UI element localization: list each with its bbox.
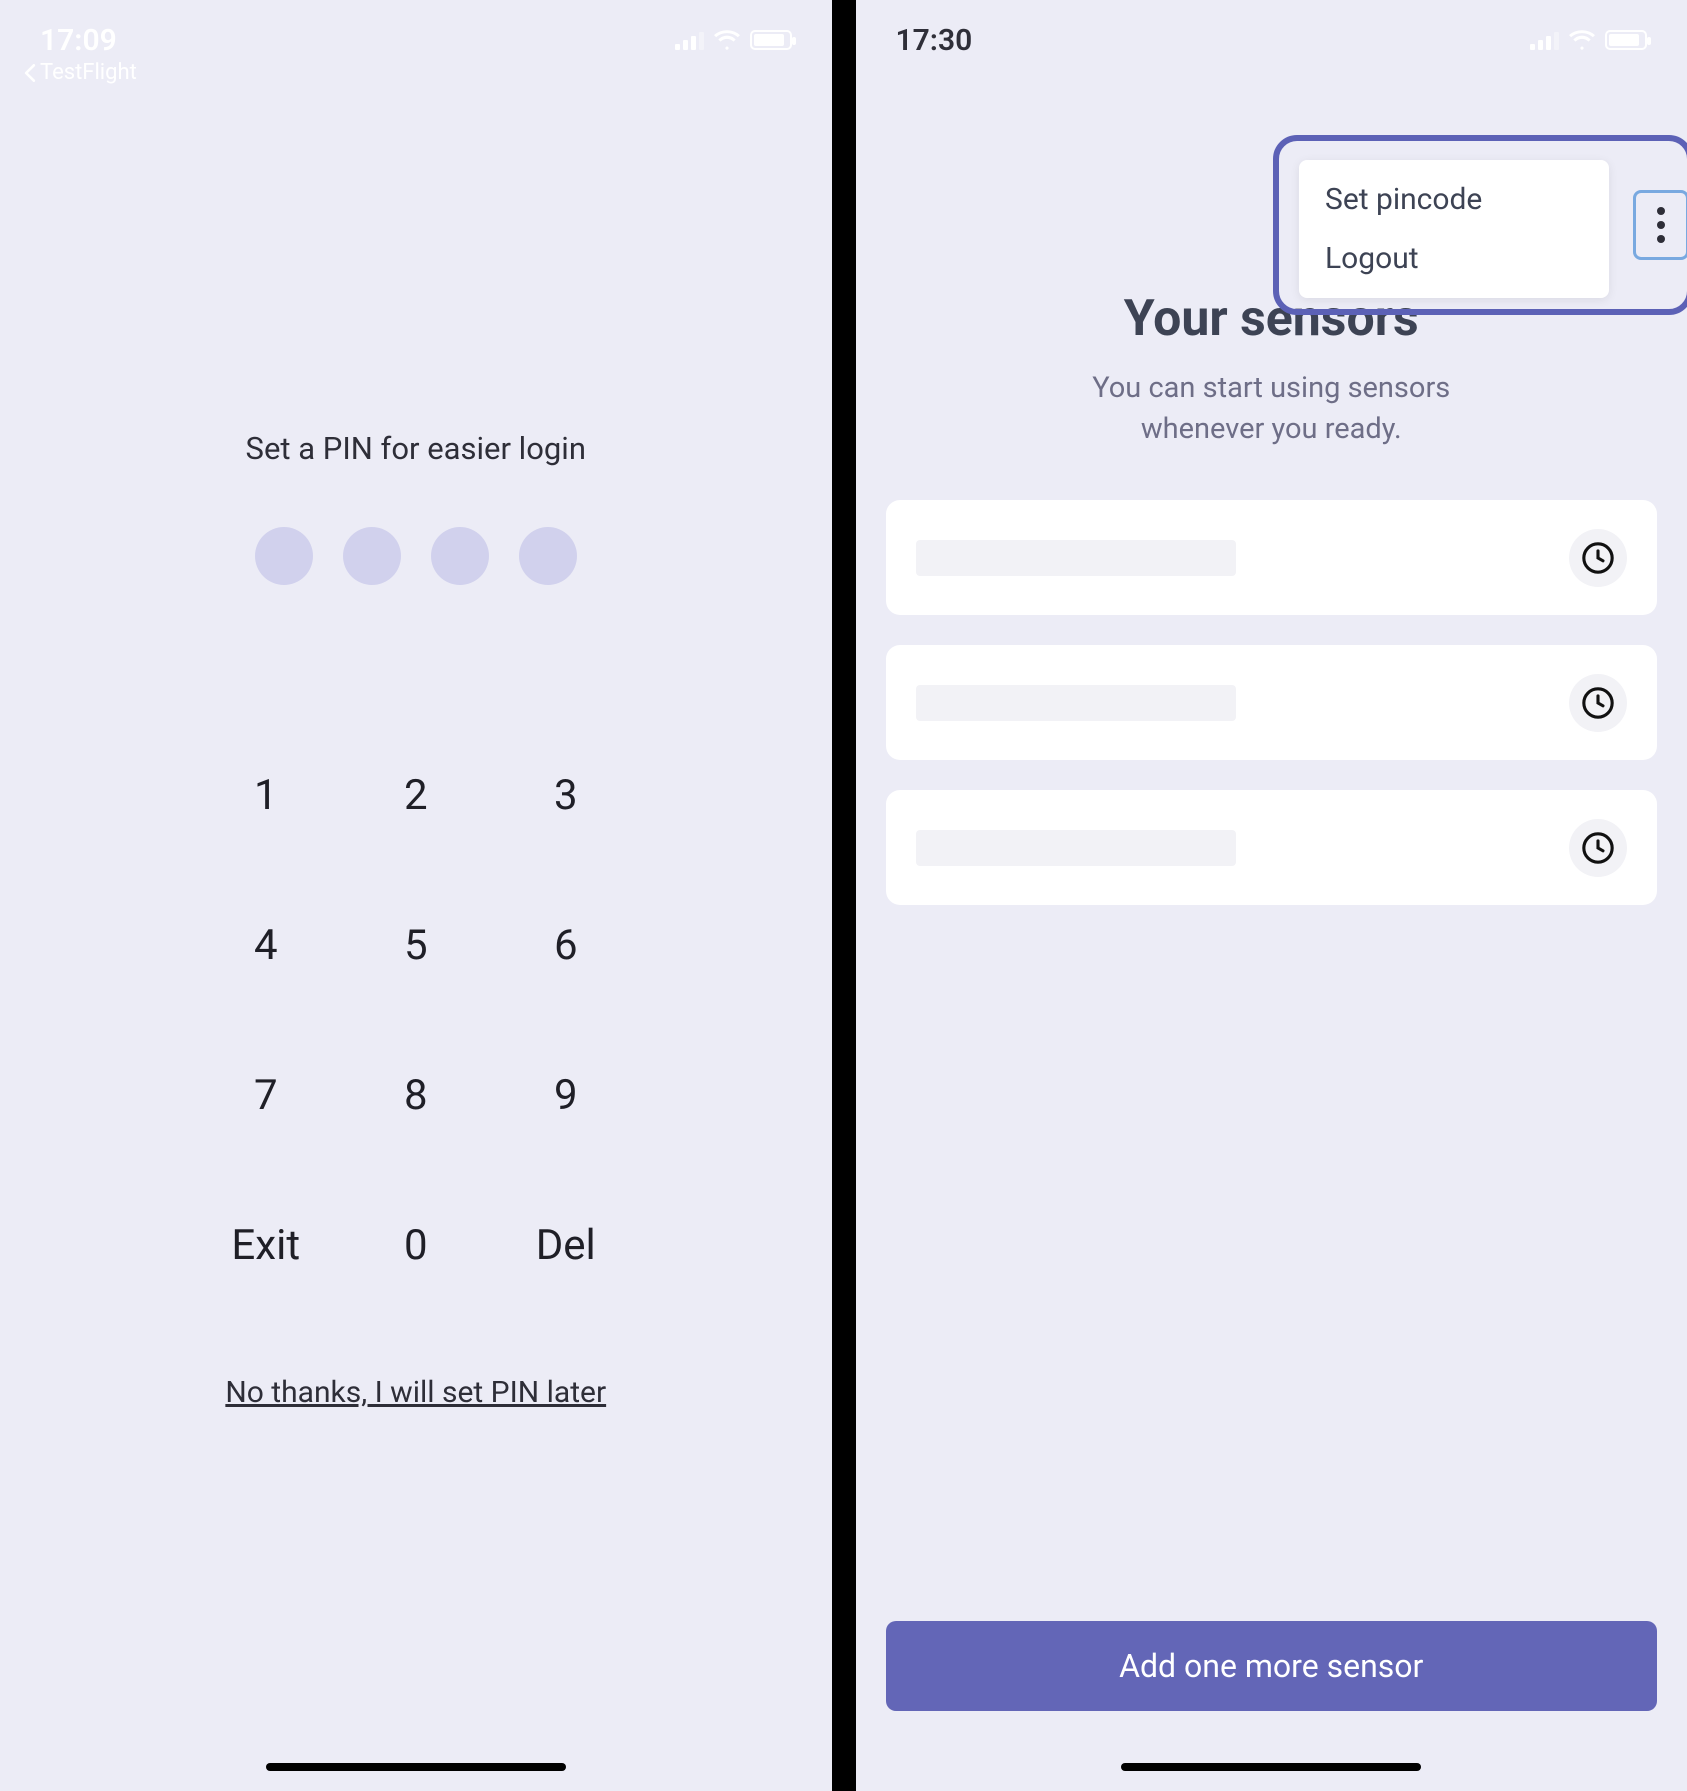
clock-icon <box>1569 674 1627 732</box>
menu-item-set-pincode[interactable]: Set pincode <box>1299 170 1609 229</box>
back-to-app-link[interactable]: TestFlight <box>24 60 137 85</box>
chevron-left-icon <box>24 64 36 82</box>
add-sensor-button[interactable]: Add one more sensor <box>886 1621 1658 1711</box>
back-to-app-label: TestFlight <box>40 60 137 85</box>
key-exit[interactable]: Exit <box>191 1221 341 1270</box>
key-9[interactable]: 9 <box>491 1071 641 1120</box>
key-7[interactable]: 7 <box>191 1071 341 1120</box>
status-icons <box>1530 30 1647 50</box>
phone-sensors-screen: 17:30 Set pincode Logout Your sensors Yo… <box>856 0 1687 1791</box>
key-2[interactable]: 2 <box>341 771 491 820</box>
status-time: 17:30 <box>896 23 973 58</box>
skip-pin-link[interactable]: No thanks, I will set PIN later <box>225 1375 606 1410</box>
key-4[interactable]: 4 <box>191 921 341 970</box>
sensor-name-placeholder <box>916 830 1236 866</box>
sensor-list <box>886 500 1658 905</box>
overflow-menu: Set pincode Logout <box>1299 160 1609 298</box>
menu-item-logout[interactable]: Logout <box>1299 229 1609 288</box>
pin-title: Set a PIN for easier login <box>246 430 586 467</box>
more-vertical-icon <box>1657 207 1665 215</box>
key-6[interactable]: 6 <box>491 921 641 970</box>
sensor-card[interactable] <box>886 500 1658 615</box>
signal-icon <box>1530 30 1559 50</box>
pin-dot <box>431 527 489 585</box>
pin-dots <box>255 527 577 585</box>
pin-dot <box>519 527 577 585</box>
overflow-menu-button[interactable] <box>1633 190 1687 260</box>
sensor-name-placeholder <box>916 685 1236 721</box>
page-title: Your sensors <box>856 290 1687 348</box>
home-indicator[interactable] <box>266 1763 566 1771</box>
sensor-card[interactable] <box>886 645 1658 760</box>
pin-dot <box>255 527 313 585</box>
pin-keypad: 1 2 3 4 5 6 7 8 9 Exit 0 Del <box>191 735 641 1305</box>
status-icons <box>675 30 792 50</box>
wifi-icon <box>714 30 740 50</box>
clock-icon <box>1569 819 1627 877</box>
add-sensor-label: Add one more sensor <box>1119 1647 1423 1685</box>
phone-pin-screen: 17:09 TestFlight Set a PIN for easier lo… <box>0 0 832 1791</box>
key-5[interactable]: 5 <box>341 921 491 970</box>
page-subtitle: You can start using sensors whenever you… <box>856 368 1687 449</box>
key-3[interactable]: 3 <box>491 771 641 820</box>
battery-icon <box>750 30 792 50</box>
key-8[interactable]: 8 <box>341 1071 491 1120</box>
key-1[interactable]: 1 <box>191 771 341 820</box>
signal-icon <box>675 30 704 50</box>
status-bar: 17:30 <box>856 0 1687 80</box>
sensor-card[interactable] <box>886 790 1658 905</box>
pin-dot <box>343 527 401 585</box>
sensor-name-placeholder <box>916 540 1236 576</box>
battery-icon <box>1605 30 1647 50</box>
key-del[interactable]: Del <box>491 1221 641 1270</box>
key-0[interactable]: 0 <box>341 1221 491 1270</box>
home-indicator[interactable] <box>1121 1763 1421 1771</box>
clock-icon <box>1569 529 1627 587</box>
status-time: 17:09 <box>40 23 117 58</box>
wifi-icon <box>1569 30 1595 50</box>
